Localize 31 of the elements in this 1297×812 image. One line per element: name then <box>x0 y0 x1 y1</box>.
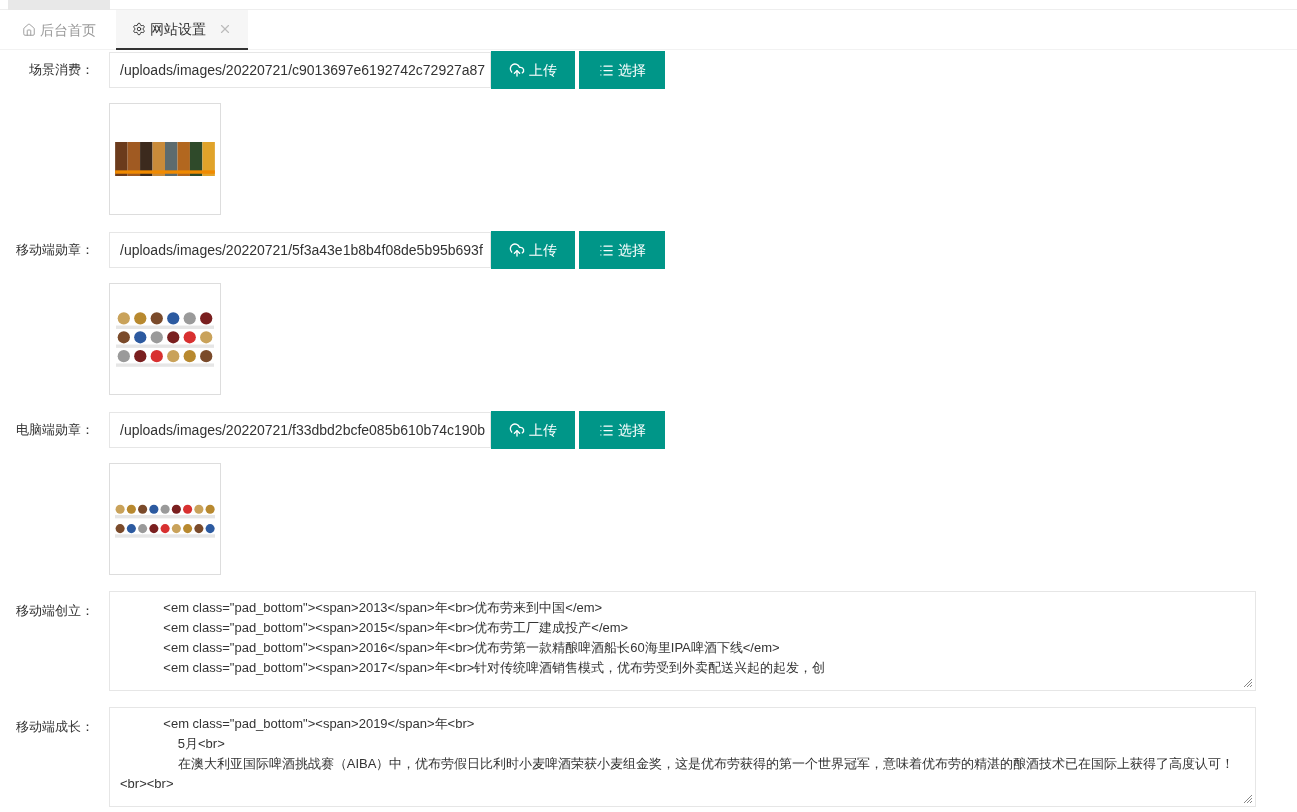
select-button[interactable]: 选择 <box>579 231 665 269</box>
tab[interactable]: 后台首页 <box>8 10 110 50</box>
upload-button[interactable]: 上传 <box>491 51 575 89</box>
tab-label: 网站设置 <box>150 19 206 39</box>
field-label: 电脑端勋章： <box>15 421 95 440</box>
field-label: 场景消费： <box>28 61 95 80</box>
select-button[interactable]: 选择 <box>579 411 665 449</box>
field-label: 移动端成长： <box>15 718 95 736</box>
cloud-upload-icon <box>509 242 525 258</box>
list-icon <box>598 242 614 258</box>
gear-icon <box>132 22 146 36</box>
text-area[interactable]: <em class="pad_bottom"><span>2019</span>年<br> 5月<br> 在澳大利亚国际啤酒挑战赛（AIBA）中，优布劳假日比利时小麦啤酒荣获小麦组金奖，这是优布劳获得的第一个世界冠军，意味着优布劳的精湛的酿酒技术已在国际上获得了高度认可！<br><br> <box>109 707 1256 807</box>
cloud-upload-icon <box>509 422 525 438</box>
tab[interactable]: 网站设置 <box>116 10 248 50</box>
path-field[interactable]: /uploads/images/20220721/f33dbd2bcfe085b610b74c190b <box>109 412 491 448</box>
field-label: 移动端创立： <box>15 602 95 620</box>
path-field[interactable]: /uploads/images/20220721/5f3a43e1b8b4f08de5b95b693f <box>109 232 491 268</box>
cloud-upload-icon <box>509 62 525 78</box>
select-button[interactable]: 选择 <box>579 51 665 89</box>
list-icon <box>598 422 614 438</box>
tab-label: 后台首页 <box>40 20 96 40</box>
field-label: 移动端勋章： <box>15 241 95 260</box>
path-field[interactable]: /uploads/images/20220721/c9013697e6192742c72927a87 <box>109 52 491 88</box>
list-icon <box>598 62 614 78</box>
upload-button[interactable]: 上传 <box>491 411 575 449</box>
upload-button[interactable]: 上传 <box>491 231 575 269</box>
home-icon <box>22 23 36 37</box>
text-area[interactable]: <em class="pad_bottom"><span>2013</span>年<br>优布劳来到中国</em> <em class="pad_bottom"><span>2015</span>年<br>优布劳工厂建成投产</em> <em class="pad_bottom"><span>2016</span>年<br>优布劳第一款精酿啤酒船长60海里IPA啤酒下线</em> <em class="pad_bottom"><span>2017</span>年<br>针对传统啤酒销售模式，优布劳受到外卖配送兴起的起发，创 <box>109 591 1256 691</box>
resize-grip-icon[interactable] <box>1243 794 1253 804</box>
resize-grip-icon[interactable] <box>1243 678 1253 688</box>
close-icon[interactable] <box>218 22 232 36</box>
